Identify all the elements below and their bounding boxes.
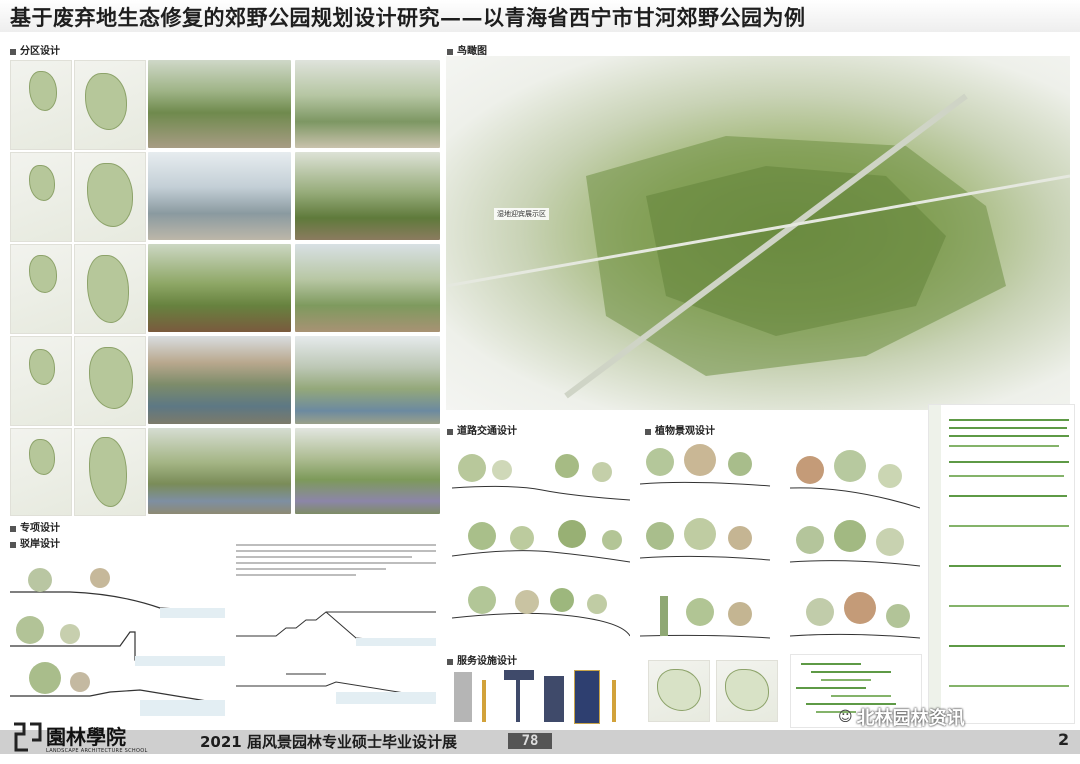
section-heading-special: 专项设计 [10,519,60,534]
stair-section-drawings [236,608,437,720]
section-bullet-icon [10,525,16,532]
zone-plan [74,244,146,334]
section-heading-planting: 植物景观设计 [645,422,715,437]
planting-plan-map [648,660,710,722]
zone-photo [295,60,440,148]
planting-plan-map [716,660,778,722]
section-bullet-icon [447,48,453,55]
road-sections-svg [451,454,631,637]
zone-photo [148,336,291,424]
section-bullet-icon [447,428,453,435]
exhibition-title: 2021 届风景园林专业硕士毕业设计展 [200,733,457,751]
sign-panel [574,670,600,724]
species-season-chart [928,404,1075,724]
zone-photo [295,152,440,240]
sign-post [516,670,520,722]
sign-post [612,680,616,722]
zone-photo [148,244,291,332]
aerial-view-image: 湿地迎宾展示区 [446,56,1070,410]
watermark-text: 北林园林资讯 [856,708,965,729]
road-section-drawings [451,440,631,640]
species-list-column [929,405,941,723]
planting-section-drawings [639,436,921,646]
zone-plan [74,428,146,516]
school-emblem-icon [14,722,42,752]
zone-key-map [10,60,72,150]
aerial-overlay-svg [446,93,1070,399]
section-bullet-icon [645,428,651,435]
sign-panel [454,672,472,722]
section-bullet-icon [10,541,16,548]
section-heading-road: 道路交通设计 [447,422,517,437]
zone-photo [295,428,440,514]
revetment-sections-svg [10,568,226,716]
section-heading-revetment: 驳岸设计 [10,535,60,550]
sign-post [482,680,486,722]
aerial-area-label: 湿地迎宾展示区 [494,208,549,220]
zone-photo [295,336,440,424]
zone-key-map [10,244,72,334]
page-title: 基于废弃地生态修复的郊野公园规划设计研究——以青海省西宁市甘河郊野公园为例 [10,5,806,30]
zone-plan [74,336,146,426]
school-logo: 園林學院 LANDSCAPE ARCHITECTURE SCHOOL [10,712,148,754]
revetment-section-drawings [10,550,226,722]
zone-key-map [10,152,72,242]
section-heading-zoning: 分区设计 [10,42,60,57]
school-english-name: LANDSCAPE ARCHITECTURE SCHOOL [46,748,148,754]
stair-sections-svg [236,611,437,704]
section-heading-service: 服务设施设计 [447,652,517,667]
zone-photo [295,244,440,332]
zone-photo [148,60,291,148]
watermark: ☺ 北林园林资讯 [838,704,965,730]
planting-sections-svg [639,444,921,639]
section-bullet-icon [10,48,16,55]
page-number: 78 [508,733,552,749]
zone-key-map [10,336,72,426]
zone-photo [148,152,291,240]
wechat-icon: ☺ [838,709,853,725]
section-bullet-icon [447,658,453,665]
corner-number: 2 [1058,730,1070,749]
zone-photo [148,428,291,514]
sign-panel [544,676,564,722]
zone-key-map [10,428,72,516]
signage-designs [452,666,632,724]
special-design-text [236,540,436,602]
school-logo-text: 園林學院 [46,725,126,749]
zone-plan [74,152,146,242]
zone-plan [74,60,146,150]
section-heading-aerial: 鸟瞰图 [447,42,487,57]
